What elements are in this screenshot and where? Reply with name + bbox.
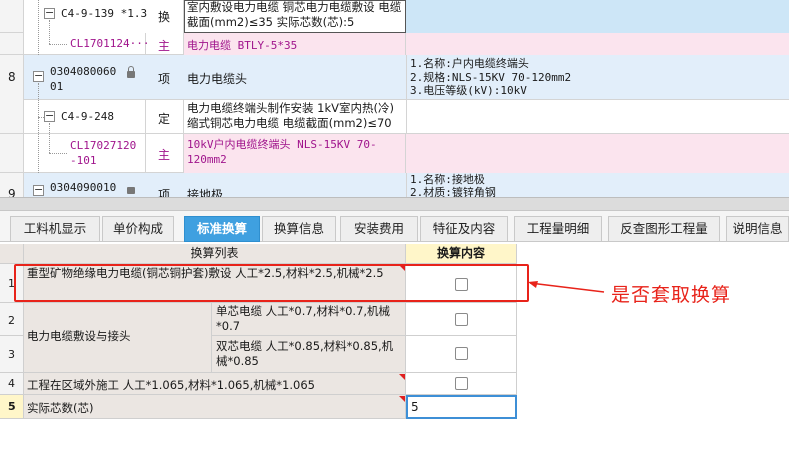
- lock-icon: [127, 187, 135, 194]
- table-row[interactable]: 9 − 030409001001 项 接地极 1.名称:接地极 2.材质:镀锌角…: [0, 173, 789, 197]
- actual-cores-input[interactable]: 5: [406, 395, 517, 419]
- tab-features[interactable]: 特征及内容: [420, 216, 508, 242]
- conversion-checkbox[interactable]: [455, 313, 468, 326]
- row-type: 定: [158, 112, 171, 126]
- row-number: 9: [8, 187, 16, 197]
- row-number: 2: [8, 314, 15, 327]
- conversion-text: 工程在区域外施工 人工*1.065,材料*1.065,机械*1.065: [27, 378, 315, 392]
- tab-standard-conversion[interactable]: 标准换算: [184, 216, 260, 242]
- row-name: 电力电缆头: [187, 72, 248, 86]
- conversion-checkbox[interactable]: [455, 347, 468, 360]
- conversion-checkbox[interactable]: [455, 377, 468, 390]
- row-name: 室内敷设电力电缆 铜芯电力电缆敷设 电缆截面(mm2)≤35 实际芯数(芯):5: [187, 0, 402, 29]
- row-number: 5: [8, 400, 16, 413]
- row-type: 项: [158, 188, 171, 197]
- collapse-icon[interactable]: −: [44, 7, 55, 19]
- conversion-text: 双芯电缆 人工*0.85,材料*0.85,机械*0.85: [216, 339, 394, 368]
- tab-quantity-detail[interactable]: 工程量明细: [514, 216, 602, 242]
- tab-description[interactable]: 说明信息: [726, 216, 789, 242]
- row-number: 8: [8, 70, 16, 84]
- conversion-text: 实际芯数(芯): [27, 401, 94, 415]
- row-type: 换: [158, 10, 171, 24]
- tab-labor-material-machine[interactable]: 工料机显示: [10, 216, 100, 242]
- tab-unit-price[interactable]: 单价构成: [102, 216, 174, 242]
- row-code: CL17027120-101: [70, 139, 137, 167]
- highlight-box: [14, 264, 529, 302]
- tab-install-fee[interactable]: 安装费用: [340, 216, 418, 242]
- row-type: 主: [158, 39, 171, 53]
- tab-reverse-lookup[interactable]: 反查图形工程量: [608, 216, 720, 242]
- splitter[interactable]: [0, 197, 789, 211]
- header-conversion-list: 换算列表: [24, 244, 406, 264]
- collapse-icon[interactable]: −: [44, 110, 55, 122]
- row-code: CL1701124···: [70, 37, 150, 50]
- table-row[interactable]: − C4-9-139 *1.3 换 室内敷设电力电缆 铜芯电力电缆敷设 电缆截面…: [0, 0, 789, 33]
- row-feature: 1.名称:户内电缆终端头 2.规格:NLS-15KV 70-120mm2 3.电…: [410, 57, 572, 97]
- row-code: 030408006001: [50, 65, 117, 93]
- row-type: 项: [158, 72, 171, 86]
- collapse-icon[interactable]: −: [33, 70, 44, 82]
- table-row[interactable]: − C4-9-248 定 电力电缆终端头制作安装 1kV室内热(冷)缩式铜芯电力…: [0, 100, 789, 134]
- table-row[interactable]: 8 − 030408006001 项 电力电缆头 1.名称:户内电缆终端头 2.…: [0, 55, 789, 100]
- arrow-icon: [528, 281, 605, 293]
- table-row[interactable]: CL1701124··· 主 电力电缆 BTLY-5*35: [0, 33, 789, 55]
- row-type: 主: [158, 148, 171, 162]
- group-label: 电力电缆敷设与接头: [27, 329, 131, 343]
- table-row[interactable]: CL17027120-101 主 10kV户内电缆终端头 NLS-15KV 70…: [0, 134, 789, 173]
- row-name: 电力电缆 BTLY-5*35: [187, 39, 298, 52]
- annotation-label: 是否套取换算: [611, 284, 732, 306]
- row-name: 接地极: [187, 188, 224, 197]
- conversion-text: 单芯电缆 人工*0.7,材料*0.7,机械*0.7: [216, 304, 391, 333]
- row-code: C4-9-248: [61, 110, 114, 123]
- row-name: 10kV户内电缆终端头 NLS-15KV 70-120mm2: [187, 138, 377, 166]
- lock-icon: [127, 71, 135, 78]
- row-number: 3: [8, 348, 15, 361]
- header-conversion-content: 换算内容: [406, 244, 517, 264]
- row-code: 030409001001: [50, 181, 117, 197]
- tab-conversion-info[interactable]: 换算信息: [262, 216, 336, 242]
- collapse-icon[interactable]: −: [33, 184, 44, 196]
- row-name: 电力电缆终端头制作安装 1kV室内热(冷)缩式铜芯电力电缆 电缆截面(mm2)≤…: [187, 101, 394, 130]
- row-number: 4: [8, 377, 15, 390]
- row-feature: 1.名称:接地极 2.材质:镀锌角钢: [410, 173, 496, 197]
- top-grid: − C4-9-139 *1.3 换 室内敷设电力电缆 铜芯电力电缆敷设 电缆截面…: [0, 0, 789, 197]
- row-code: C4-9-139 *1.3: [61, 7, 148, 20]
